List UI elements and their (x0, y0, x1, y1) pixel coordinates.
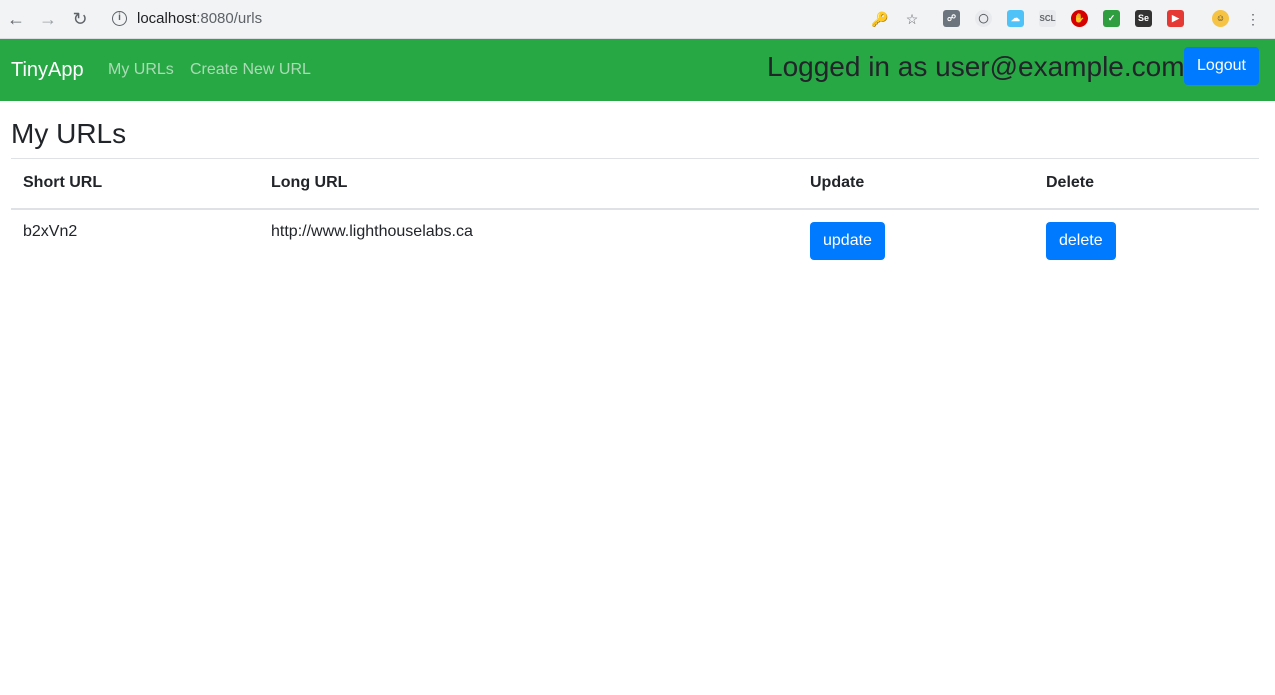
extension-scl-icon[interactable]: SCL (1039, 10, 1056, 27)
star-icon[interactable]: ☆ (902, 9, 922, 29)
nav-link-create-new-url[interactable]: Create New URL (190, 61, 311, 79)
profile-icon[interactable]: ☺ (1212, 10, 1229, 27)
forward-icon[interactable]: → (38, 8, 58, 30)
update-button[interactable]: update (810, 221, 885, 260)
extension-selenium-icon[interactable]: Se (1135, 10, 1152, 27)
nav-link-my-urls[interactable]: My URLs (108, 61, 174, 79)
address-bar[interactable]: i localhost:8080/urls (104, 5, 964, 33)
menu-icon[interactable]: ⋮ (1243, 9, 1263, 29)
extension-shield-icon[interactable]: ☍ (943, 10, 960, 27)
table-row: b2xVn2 http://www.lighthouselabs.ca upda… (11, 209, 1259, 272)
header-update: Update (798, 158, 1034, 210)
header-delete: Delete (1034, 158, 1259, 210)
logged-in-text: Logged in as user@example.com (767, 51, 1185, 82)
delete-button[interactable]: delete (1046, 221, 1116, 260)
table-header-row: Short URL Long URL Update Delete (11, 158, 1259, 210)
logout-button[interactable]: Logout (1184, 47, 1259, 85)
urls-table: Short URL Long URL Update Delete b2xVn2 … (11, 158, 1259, 272)
url-path: :8080/urls (196, 10, 263, 27)
app-navbar: TinyApp My URLs Create New URL Logged in… (0, 39, 1275, 101)
back-icon[interactable]: ← (6, 8, 26, 30)
url-host: localhost (137, 10, 197, 27)
update-cell: update (798, 209, 1034, 272)
page-title: My URLs (11, 118, 127, 149)
brand-link[interactable]: TinyApp (11, 59, 84, 82)
extension-circle-icon[interactable]: ◯ (975, 10, 992, 27)
long-url-cell: http://www.lighthouselabs.ca (271, 222, 473, 240)
info-icon[interactable]: i (112, 11, 127, 26)
extension-stop-icon[interactable]: ✋ (1071, 10, 1088, 27)
address-url[interactable]: localhost:8080/urls (137, 10, 262, 27)
extension-cloud-icon[interactable]: ☁ (1007, 10, 1024, 27)
delete-cell: delete (1034, 209, 1259, 272)
reload-icon[interactable]: ↻ (70, 8, 90, 30)
key-icon[interactable]: 🔑 (870, 9, 890, 29)
extension-check-icon[interactable]: ✓ (1103, 10, 1120, 27)
browser-toolbar: ← → ↻ i localhost:8080/urls 🔑 ☆ ☍ ◯ ☁ SC… (0, 0, 1275, 39)
extension-play-icon[interactable]: ▶ (1167, 10, 1184, 27)
header-short-url: Short URL (11, 158, 259, 210)
header-long-url: Long URL (259, 158, 798, 210)
short-url-cell: b2xVn2 (23, 222, 78, 240)
